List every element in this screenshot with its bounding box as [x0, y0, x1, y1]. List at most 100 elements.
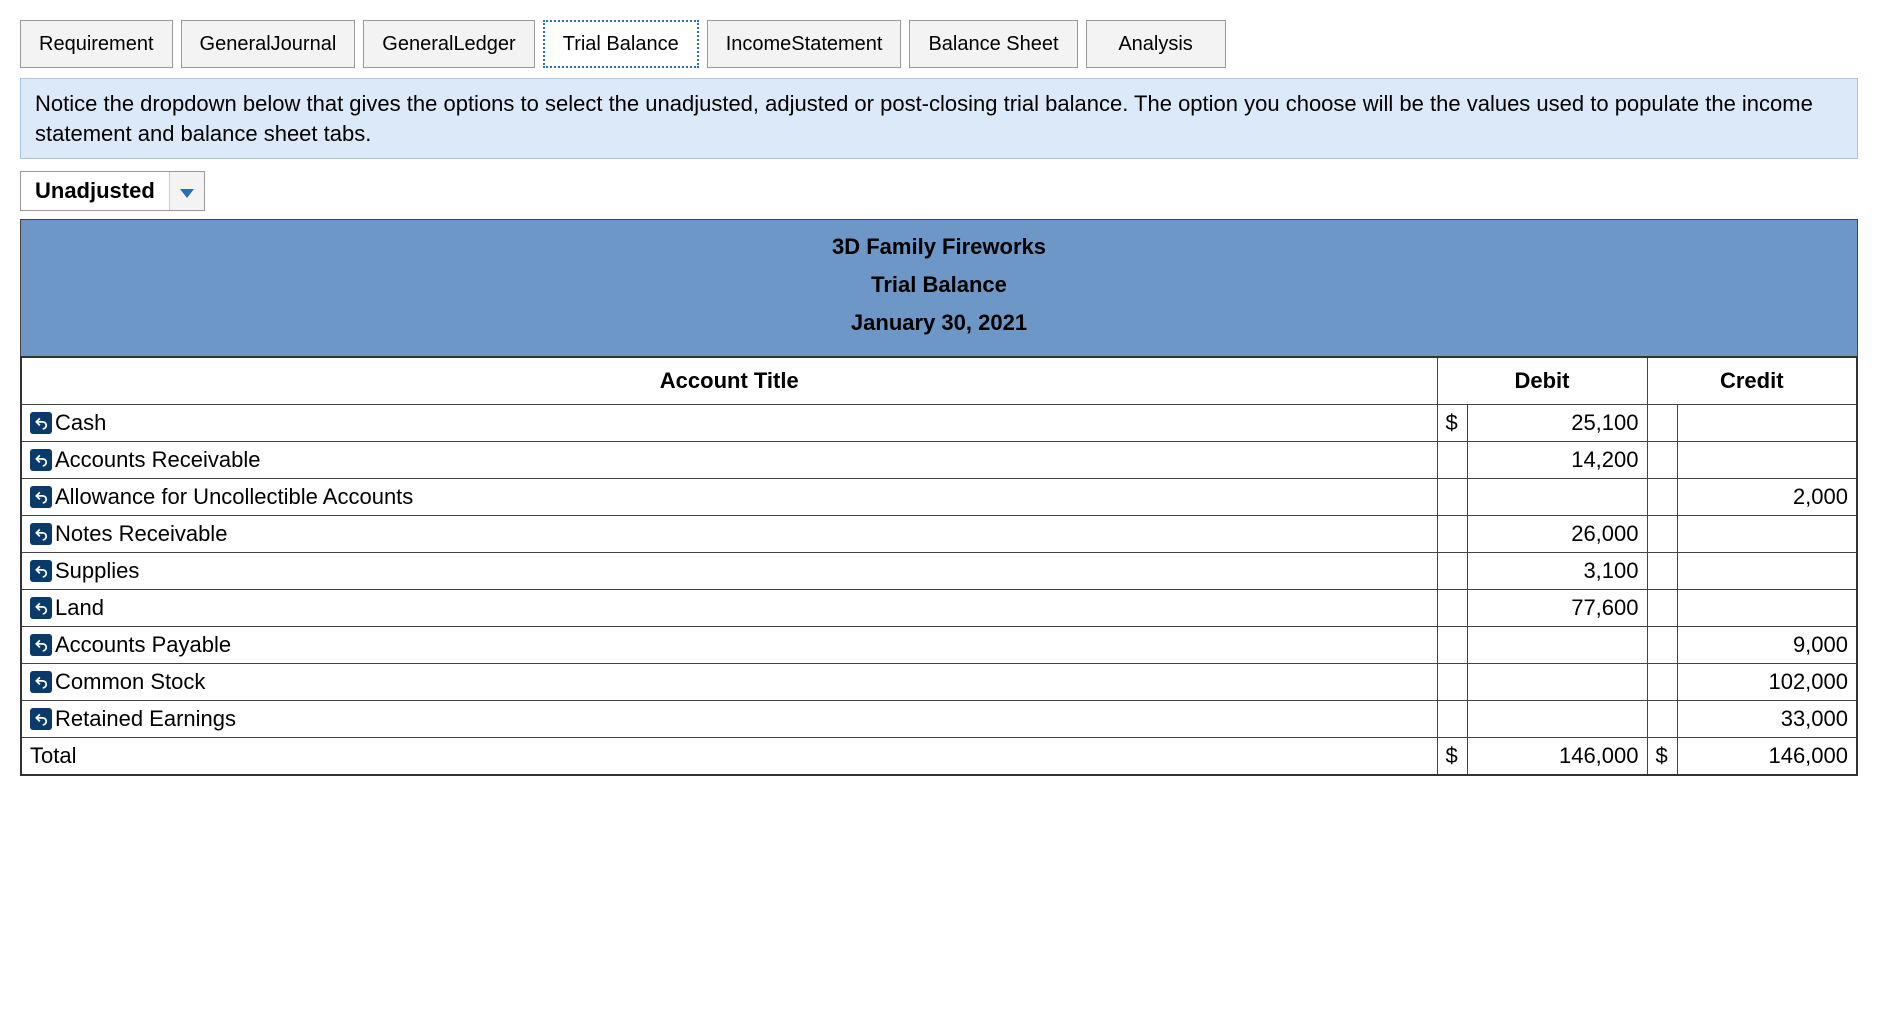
report-date: January 30, 2021	[21, 304, 1857, 342]
table-row: Notes Receivable 26,000	[21, 516, 1857, 553]
tab-income-statement[interactable]: IncomeStatement	[707, 20, 902, 68]
debit-symbol	[1437, 479, 1467, 516]
credit-value[interactable]	[1677, 590, 1857, 627]
total-row: Total$146,000$146,000	[21, 738, 1857, 776]
account-cell: Land	[21, 590, 1437, 627]
report-header: 3D Family Fireworks Trial Balance Januar…	[20, 219, 1858, 356]
tab-balance-sheet[interactable]: Balance Sheet	[909, 20, 1077, 68]
undo-icon[interactable]	[30, 412, 52, 434]
tab-trial-balance[interactable]: Trial Balance	[543, 20, 699, 68]
table-row: Allowance for Uncollectible Accounts 2,00…	[21, 479, 1857, 516]
account-title: Supplies	[55, 558, 139, 584]
table-row: Accounts Receivable 14,200	[21, 442, 1857, 479]
undo-icon[interactable]	[30, 671, 52, 693]
col-credit: Credit	[1647, 357, 1857, 405]
debit-symbol	[1437, 516, 1467, 553]
undo-icon[interactable]	[30, 634, 52, 656]
table-row: Land 77,600	[21, 590, 1857, 627]
credit-symbol	[1647, 701, 1677, 738]
debit-symbol: $	[1437, 738, 1467, 776]
undo-icon[interactable]	[30, 560, 52, 582]
credit-symbol: $	[1647, 738, 1677, 776]
credit-value[interactable]	[1677, 442, 1857, 479]
debit-value[interactable]: 14,200	[1467, 442, 1647, 479]
table-row: Retained Earnings 33,000	[21, 701, 1857, 738]
table-row: Accounts Payable 9,000	[21, 627, 1857, 664]
debit-symbol	[1437, 553, 1467, 590]
credit-value[interactable]: 9,000	[1677, 627, 1857, 664]
undo-icon[interactable]	[30, 486, 52, 508]
trial-balance-type-dropdown[interactable]: Unadjusted	[20, 171, 205, 211]
debit-value[interactable]: 26,000	[1467, 516, 1647, 553]
account-cell: Accounts Payable	[21, 627, 1437, 664]
chevron-down-icon	[180, 189, 194, 198]
credit-symbol	[1647, 553, 1677, 590]
undo-icon[interactable]	[30, 523, 52, 545]
credit-symbol	[1647, 442, 1677, 479]
debit-value[interactable]	[1467, 627, 1647, 664]
total-credit: 146,000	[1677, 738, 1857, 776]
account-title: Retained Earnings	[55, 706, 236, 732]
account-cell: Allowance for Uncollectible Accounts	[21, 479, 1437, 516]
credit-value[interactable]: 102,000	[1677, 664, 1857, 701]
tab-general-ledger[interactable]: GeneralLedger	[363, 20, 534, 68]
account-cell: Cash	[21, 405, 1437, 442]
credit-symbol	[1647, 516, 1677, 553]
account-title: Land	[55, 595, 104, 621]
account-title: Accounts Payable	[55, 632, 231, 658]
credit-value[interactable]: 33,000	[1677, 701, 1857, 738]
debit-value[interactable]: 25,100	[1467, 405, 1647, 442]
account-title: Common Stock	[55, 669, 205, 695]
debit-value[interactable]: 77,600	[1467, 590, 1647, 627]
col-account-title: Account Title	[21, 357, 1437, 405]
total-label: Total	[21, 738, 1437, 776]
account-title: Notes Receivable	[55, 521, 227, 547]
undo-icon[interactable]	[30, 597, 52, 619]
account-cell: Supplies	[21, 553, 1437, 590]
credit-value[interactable]	[1677, 405, 1857, 442]
table-row: Cash $25,100	[21, 405, 1857, 442]
credit-value[interactable]	[1677, 553, 1857, 590]
credit-value[interactable]	[1677, 516, 1857, 553]
debit-symbol	[1437, 627, 1467, 664]
total-debit: 146,000	[1467, 738, 1647, 776]
tab-general-journal[interactable]: GeneralJournal	[181, 20, 356, 68]
debit-value[interactable]: 3,100	[1467, 553, 1647, 590]
undo-icon[interactable]	[30, 449, 52, 471]
credit-symbol	[1647, 590, 1677, 627]
debit-symbol: $	[1437, 405, 1467, 442]
account-cell: Accounts Receivable	[21, 442, 1437, 479]
debit-symbol	[1437, 442, 1467, 479]
credit-symbol	[1647, 405, 1677, 442]
dropdown-toggle-button[interactable]	[169, 172, 204, 210]
tab-requirement[interactable]: Requirement	[20, 20, 173, 68]
col-debit: Debit	[1437, 357, 1647, 405]
notice-banner: Notice the dropdown below that gives the…	[20, 78, 1858, 159]
credit-symbol	[1647, 627, 1677, 664]
account-cell: Common Stock	[21, 664, 1437, 701]
debit-value[interactable]	[1467, 664, 1647, 701]
debit-symbol	[1437, 701, 1467, 738]
dropdown-selected-label: Unadjusted	[21, 172, 169, 210]
account-title: Cash	[55, 410, 106, 436]
report-company: 3D Family Fireworks	[21, 228, 1857, 266]
credit-value[interactable]: 2,000	[1677, 479, 1857, 516]
account-cell: Notes Receivable	[21, 516, 1437, 553]
credit-symbol	[1647, 479, 1677, 516]
tab-analysis[interactable]: Analysis	[1086, 20, 1226, 68]
tab-bar: RequirementGeneralJournalGeneralLedgerTr…	[20, 20, 1858, 68]
undo-icon[interactable]	[30, 708, 52, 730]
trial-balance-table: Account Title Debit Credit Cash$25,100Ac…	[20, 356, 1858, 776]
debit-value[interactable]	[1467, 479, 1647, 516]
account-title: Allowance for Uncollectible Accounts	[55, 484, 413, 510]
report-title: Trial Balance	[21, 266, 1857, 304]
credit-symbol	[1647, 664, 1677, 701]
table-row: Common Stock 102,000	[21, 664, 1857, 701]
debit-value[interactable]	[1467, 701, 1647, 738]
account-title: Accounts Receivable	[55, 447, 260, 473]
table-row: Supplies 3,100	[21, 553, 1857, 590]
account-cell: Retained Earnings	[21, 701, 1437, 738]
debit-symbol	[1437, 664, 1467, 701]
table-header-row: Account Title Debit Credit	[21, 357, 1857, 405]
debit-symbol	[1437, 590, 1467, 627]
